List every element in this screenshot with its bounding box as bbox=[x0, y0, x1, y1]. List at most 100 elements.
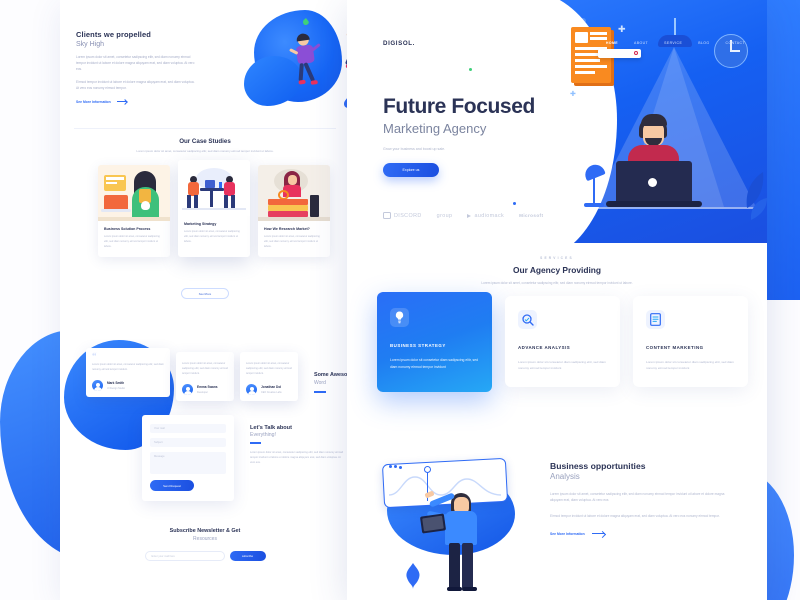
testimonial-name: Emma Swans bbox=[197, 384, 218, 389]
business-see-more-link[interactable]: See More Information bbox=[550, 532, 725, 536]
testimonial-card[interactable]: Lorem ipsum dolor sit amet, consetetur s… bbox=[240, 352, 298, 401]
magnifier-icon bbox=[518, 310, 537, 329]
case-study-desc: Lorem ipsum dolor sit amet, consetetur s… bbox=[184, 230, 240, 243]
left-hero-subtitle: Sky High bbox=[76, 41, 105, 48]
plant-icon bbox=[406, 563, 420, 589]
case-study-title: How We Research Market? bbox=[264, 227, 310, 231]
left-hero-title: Clients we propelled bbox=[76, 30, 151, 39]
case-studies-header: Our Case Studies Lorem ipsum dolor sit a… bbox=[60, 138, 350, 153]
contact-paragraph: Lorem ipsum dolor sit amet, consetetur s… bbox=[250, 450, 344, 464]
client-logo-group: group bbox=[436, 212, 453, 219]
quote-icon: “ bbox=[92, 351, 97, 361]
service-card-business-strategy[interactable]: BUSINESS STRATEGY Lorem ipsum dolor sit … bbox=[377, 292, 492, 393]
lightbulb-icon bbox=[390, 308, 409, 327]
services-subtitle: Lorem ipsum dolor sit amet, consetetur s… bbox=[481, 281, 633, 285]
client-logo-discord: DISCORD bbox=[383, 212, 422, 219]
testimonials-subheading: Word bbox=[314, 380, 326, 386]
service-card-text: Lorem ipsum dolor sit consetetur diam sa… bbox=[390, 358, 479, 369]
case-study-card[interactable]: How We Research Market? Lorem ipsum dolo… bbox=[258, 165, 330, 258]
case-study-card[interactable]: Business Solution Process Lorem ipsum do… bbox=[98, 165, 170, 258]
leaf-accent-icon bbox=[303, 18, 309, 26]
case-study-thumbnail bbox=[178, 160, 250, 216]
case-study-title: Business Solution Process bbox=[104, 227, 151, 231]
left-hero-copy: Clients we propelled Sky High Lorem ipsu… bbox=[76, 30, 196, 104]
case-study-thumbnail bbox=[258, 165, 330, 221]
service-card-advance-analysis[interactable]: ADVANCE ANALYSIS Lorem ipsum dolor sit c… bbox=[505, 296, 620, 388]
hero-description: Grow your business and boost up sale. bbox=[383, 147, 446, 152]
business-title: Business opportunities bbox=[550, 461, 646, 471]
newsletter-email-input[interactable]: Enter your mail here bbox=[144, 551, 225, 561]
nav-item-contact[interactable]: CONTACT bbox=[726, 41, 745, 45]
case-study-desc: Lorem ipsum dolor sit amet, consetetur s… bbox=[104, 235, 160, 248]
hero-copy: Future Focused Marketing Agency Grow you… bbox=[383, 95, 573, 178]
business-paragraph-2: Eirmod tempor invidunt ut labore et dolo… bbox=[550, 514, 720, 519]
case-studies-subtitle: Lorem ipsum dolor sit amet, consetetur s… bbox=[136, 149, 274, 153]
client-logos: DISCORD group audiomack Microsoft bbox=[383, 212, 543, 219]
arrow-right-icon bbox=[591, 533, 605, 535]
service-card-text: Lorem ipsum dolor sit consetetur diam sa… bbox=[646, 360, 734, 371]
contact-copy: Let's Talk about Everything! Lorem ipsum… bbox=[250, 425, 345, 465]
testimonial-card[interactable]: “ Lorem ipsum dolor sit amet, consetetur… bbox=[86, 348, 170, 398]
testimonial-quote: Lorem ipsum dolor sit amet, consetetur s… bbox=[92, 363, 164, 372]
business-see-more-label: See More Information bbox=[550, 531, 585, 536]
plant-icon bbox=[746, 172, 767, 220]
testimonial-name: Mark Smith bbox=[107, 381, 125, 386]
explore-us-button[interactable]: Explore us bbox=[383, 163, 439, 178]
service-card-text: Lorem ipsum dolor sit consetetur diam sa… bbox=[518, 360, 606, 371]
business-copy: Business opportunities Analysis Lorem ip… bbox=[550, 461, 725, 536]
email-field[interactable]: Your mail bbox=[150, 424, 226, 433]
service-card-title: CONTENT MARKETING bbox=[646, 345, 704, 350]
discord-icon bbox=[383, 212, 391, 219]
newsletter-subscribe-button[interactable]: subscribe bbox=[229, 551, 266, 561]
testimonials-heading-block: Some Awesome Word bbox=[314, 372, 350, 393]
newsletter-subheading: Resources bbox=[193, 536, 217, 542]
heading-underline bbox=[314, 391, 326, 393]
case-study-desc: Lorem ipsum dolor sit amet, consetetur s… bbox=[264, 235, 320, 248]
testimonial-quote: Lorem ipsum dolor sit amet, consetetur s… bbox=[246, 362, 292, 375]
testimonial-card[interactable]: Lorem ipsum dolor sit amet, consetetur s… bbox=[176, 352, 234, 401]
case-study-title: Marketing Strategy bbox=[184, 222, 217, 226]
section-divider bbox=[74, 128, 336, 129]
arrow-right-icon bbox=[116, 101, 127, 103]
services-title: Our Agency Providing bbox=[512, 265, 602, 275]
case-study-card[interactable]: Marketing Strategy Lorem ipsum dolor sit… bbox=[178, 160, 250, 258]
send-request-button[interactable]: Send Request bbox=[150, 480, 194, 491]
subject-field[interactable]: Subject bbox=[150, 438, 226, 447]
main-navigation: HOME ABOUT SERVICE BLOG CONTACT bbox=[606, 41, 745, 45]
left-hero-section: Clients we propelled Sky High Lorem ipsu… bbox=[60, 4, 350, 122]
decorative-dot bbox=[469, 68, 472, 71]
message-field[interactable]: Message bbox=[150, 452, 226, 474]
document-icon bbox=[646, 310, 665, 329]
service-card-title: ADVANCE ANALYSIS bbox=[518, 345, 571, 350]
services-card-list: BUSINESS STRATEGY Lorem ipsum dolor sit … bbox=[377, 292, 748, 393]
client-logo-microsoft: Microsoft bbox=[519, 213, 544, 218]
nav-item-blog[interactable]: BLOG bbox=[698, 41, 709, 45]
brand-logo[interactable]: DIGISOL. bbox=[383, 40, 415, 47]
avatar bbox=[182, 383, 193, 395]
search-icon bbox=[634, 51, 638, 55]
newsletter-section: Subscribe Newsletter & Get Resources Ent… bbox=[60, 528, 350, 561]
right-page-mockup: ✚ ✚ DIGISOL. HOME ABOUT SERVICE BLOG CON… bbox=[347, 0, 767, 600]
testimonial-role: UI Design Studio bbox=[107, 387, 125, 391]
service-card-title: BUSINESS STRATEGY bbox=[390, 343, 446, 348]
testimonials-heading: Some Awesome bbox=[314, 372, 350, 378]
business-subtitle: Analysis bbox=[550, 472, 580, 481]
nav-item-home[interactable]: HOME bbox=[606, 41, 618, 45]
nav-item-service[interactable]: SERVICE bbox=[664, 41, 682, 45]
services-header: SERVICES Our Agency Providing Lorem ipsu… bbox=[347, 256, 767, 285]
services-eyebrow: SERVICES bbox=[540, 256, 574, 260]
case-studies-list: Business Solution Process Lorem ipsum do… bbox=[98, 160, 330, 258]
audiomack-icon bbox=[467, 213, 472, 218]
left-hero-paragraph-2: Eirmod tempor invidunt ut labore et dolo… bbox=[76, 79, 195, 90]
left-hero-more-link[interactable]: See More Information bbox=[76, 100, 196, 104]
avatar bbox=[246, 383, 257, 395]
testimonial-name: Jonathan Dol bbox=[261, 384, 282, 389]
case-studies-title: Our Case Studies bbox=[179, 138, 231, 145]
service-card-content-marketing[interactable]: CONTENT MARKETING Lorem ipsum dolor sit … bbox=[633, 296, 748, 388]
business-paragraph-1: Lorem ipsum dolor sit amet, consetetur s… bbox=[550, 492, 725, 503]
case-studies-see-more-button[interactable]: See More bbox=[181, 288, 229, 299]
testimonial-quote: Lorem ipsum dolor sit amet, consetetur s… bbox=[182, 362, 228, 375]
design-presentation-canvas: Clients we propelled Sky High Lorem ipsu… bbox=[0, 0, 800, 600]
nav-item-about[interactable]: ABOUT bbox=[634, 41, 648, 45]
testimonial-role: CEO Creative Labs bbox=[261, 390, 282, 394]
